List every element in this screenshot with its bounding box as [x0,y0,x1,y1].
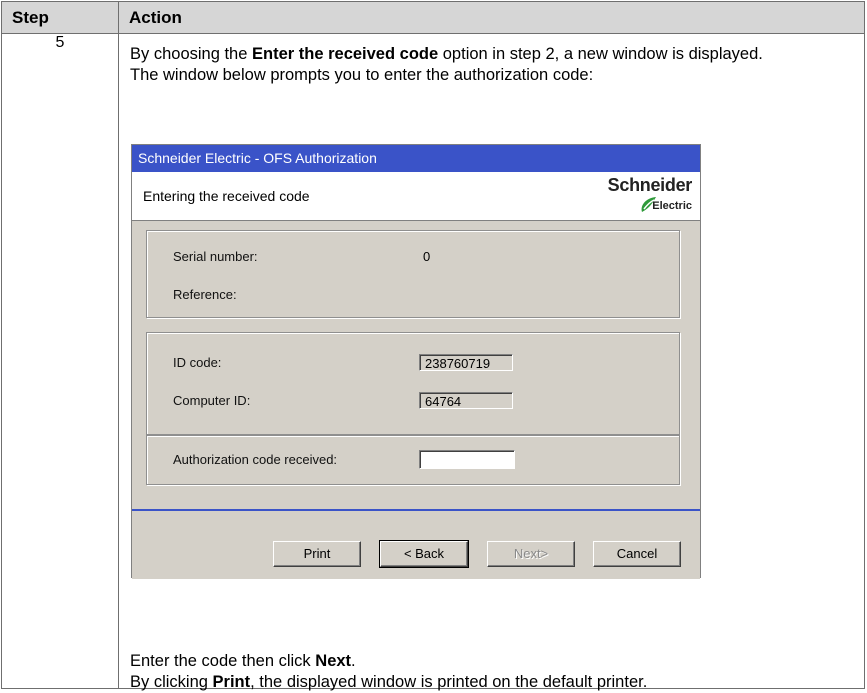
print-keyword: Print [212,673,251,691]
outro-line-1: Enter the code then click Next. [130,652,356,670]
serial-number-value: 0 [423,249,431,264]
outro-line-2: By clicking Print, the displayed window … [130,673,648,691]
table-row: 5 By choosing the Enter the received cod… [1,33,865,691]
step-number: 5 [1,33,119,689]
next-keyword: Next [315,652,352,670]
intro-line-1: By choosing the Enter the received code … [130,45,763,63]
serial-group: Serial number: 0 Reference: [146,230,680,318]
reference-label: Reference: [173,287,237,302]
authorization-code-label: Authorization code received: [173,452,338,467]
serial-number-label: Serial number: [173,249,258,264]
dialog-header: Entering the received code Schneider Ele… [132,172,700,221]
dialog-header-title: Entering the received code [143,188,310,204]
dialog-footer: Print < Back Next> Cancel [132,509,700,579]
authorization-dialog: Schneider Electric - OFS Authorization E… [131,144,701,579]
next-button[interactable]: Next> [487,541,575,567]
intro-text: By choosing the Enter the received code … [130,44,850,86]
authorization-group: Authorization code received: [146,435,680,485]
computer-id-label: Computer ID: [173,393,251,408]
step-table: Step Action 5 By choosing the Enter the … [1,1,865,691]
schneider-logo: Schneider Electric [574,175,694,218]
back-button[interactable]: < Back [379,540,469,568]
print-button[interactable]: Print [273,541,361,567]
outro-text: Enter the code then click Next. By click… [130,651,854,693]
id-code-label: ID code: [173,355,222,370]
cancel-button[interactable]: Cancel [593,541,681,567]
header-step: Step [1,1,119,34]
computer-id-field: 64764 [419,392,513,409]
id-group: ID code: 238760719 Computer ID: 64764 [146,332,680,435]
intro-line-2: The window below prompts you to enter th… [130,66,594,84]
id-code-field: 238760719 [419,354,513,371]
authorization-code-input[interactable] [419,450,515,469]
header-action: Action [118,1,865,34]
option-name: Enter the received code [252,45,439,63]
logo-text-electric: Electric [652,200,692,212]
action-cell: By choosing the Enter the received code … [118,33,865,691]
dialog-title-bar[interactable]: Schneider Electric - OFS Authorization [132,145,700,172]
logo-text-schneider: Schneider [607,175,693,195]
table-header-row: Step Action [1,1,865,34]
